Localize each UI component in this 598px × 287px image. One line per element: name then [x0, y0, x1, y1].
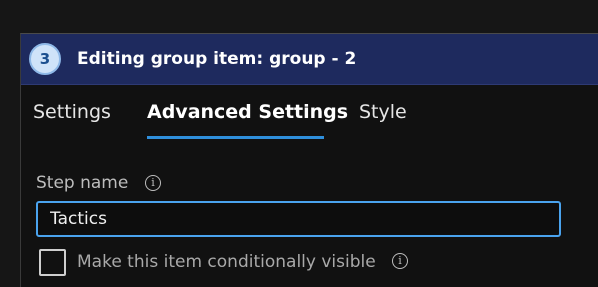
panel-header: 3 Editing group item: group - 2: [21, 34, 598, 85]
info-icon[interactable]: i: [145, 175, 161, 191]
tab-style[interactable]: Style: [359, 100, 407, 124]
step-name-input[interactable]: [36, 201, 561, 237]
step-number-badge: 3: [29, 43, 61, 75]
active-tab-indicator: [147, 136, 324, 139]
tab-advanced-settings[interactable]: Advanced Settings: [147, 100, 348, 124]
panel-title: Editing group item: group - 2: [77, 49, 357, 69]
app-root: 3 Editing group item: group - 2 Settings…: [0, 0, 598, 287]
tab-settings[interactable]: Settings: [33, 100, 111, 124]
step-name-label: Step name: [36, 173, 129, 193]
conditional-visibility-checkbox[interactable]: [39, 249, 66, 276]
edit-panel: 3 Editing group item: group - 2 Settings…: [20, 33, 598, 287]
conditional-visibility-label: Make this item conditionally visible: [77, 252, 376, 272]
info-icon[interactable]: i: [392, 253, 408, 269]
